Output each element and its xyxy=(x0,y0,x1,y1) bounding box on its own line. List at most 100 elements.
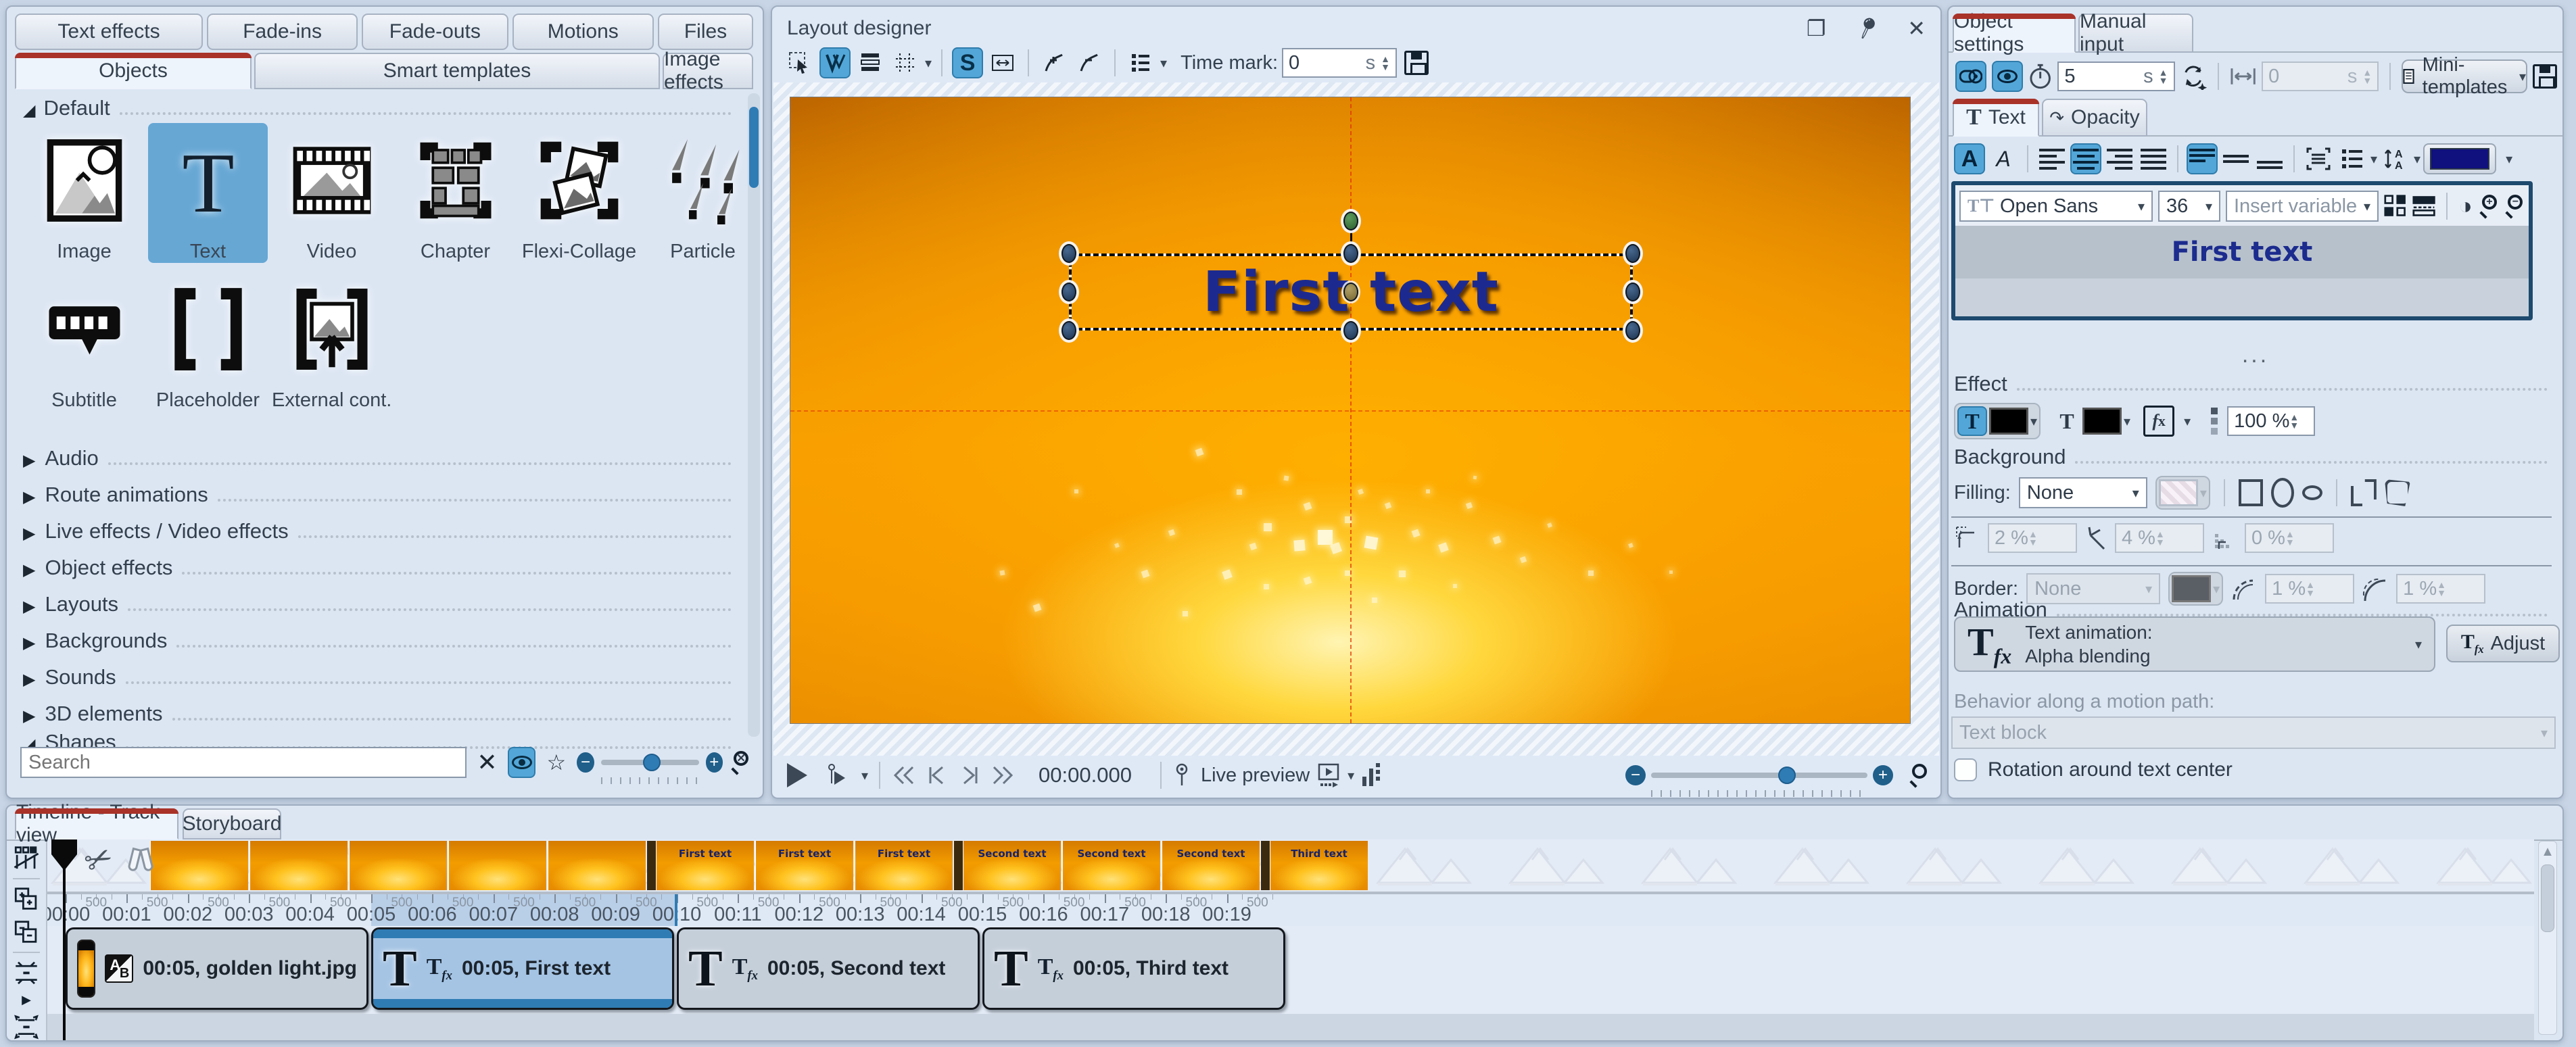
film-frame[interactable]: Second text xyxy=(1062,841,1160,890)
preview-options-arrow[interactable]: ▾ xyxy=(1347,767,1354,784)
resize-handle[interactable] xyxy=(1625,244,1640,263)
grid-snap-icon[interactable] xyxy=(890,47,921,78)
move-handle[interactable] xyxy=(1343,283,1358,301)
section-sounds[interactable]: ▶Sounds xyxy=(23,656,736,689)
scroll-up-icon[interactable]: ▲ xyxy=(2539,844,2556,860)
shape-custom1-icon[interactable] xyxy=(2351,479,2377,506)
fit-selection-icon[interactable] xyxy=(987,47,1018,78)
section-layouts[interactable]: ▶Layouts xyxy=(23,583,736,616)
insert-variable-select[interactable]: Insert variable ▾ xyxy=(2226,191,2379,222)
rotation-checkbox[interactable] xyxy=(1954,758,1977,781)
track-item-2[interactable]: TTfx00:05, First text xyxy=(371,927,674,1010)
tab-opacity[interactable]: ↷ Opacity xyxy=(2042,99,2147,137)
tab-fade-outs[interactable]: Fade-outs xyxy=(362,14,508,50)
layout-rows-icon[interactable] xyxy=(2412,193,2435,219)
resize-handle[interactable] xyxy=(1625,321,1640,340)
film-frame[interactable]: Third text xyxy=(1270,841,1368,890)
section-object-effects[interactable]: ▶Object effects xyxy=(23,546,736,580)
step-back-icon[interactable] xyxy=(924,762,951,789)
shape-circle-icon[interactable] xyxy=(2302,485,2322,500)
filling-select[interactable]: None ▾ xyxy=(2019,477,2147,508)
collapse-all-icon[interactable] xyxy=(12,919,41,946)
resize-handle[interactable] xyxy=(1625,283,1640,301)
film-frame[interactable]: First text xyxy=(656,841,754,890)
visibility-toggle[interactable] xyxy=(1992,61,2023,92)
film-frame[interactable] xyxy=(548,841,646,890)
tab-timeline-track-view[interactable]: Timeline - Track view xyxy=(15,808,178,839)
tab-objects[interactable]: Objects xyxy=(15,53,252,89)
time-mark-input[interactable]: 0 s ▲▼ xyxy=(1282,48,1397,78)
zoom-in-tiles-button[interactable]: + xyxy=(706,752,723,773)
show-in-preview-toggle[interactable] xyxy=(1955,61,1986,92)
film-frame[interactable] xyxy=(249,841,348,890)
track-options-icon[interactable] xyxy=(12,845,41,871)
text-animation-dropdown[interactable]: Tfx Text animation: Alpha blending ▾ xyxy=(1954,616,2435,672)
grid-dropdown-arrow[interactable]: ▾ xyxy=(925,55,932,72)
tab-smart-templates[interactable]: Smart templates xyxy=(254,53,660,89)
resize-handle[interactable] xyxy=(1343,321,1358,340)
bold-button[interactable]: A xyxy=(1954,143,1985,174)
fill-color-arrow[interactable]: ▾ xyxy=(2030,413,2037,430)
pin-window-icon[interactable]: 📍︎ xyxy=(1848,11,1884,46)
align-right-button[interactable] xyxy=(2104,143,2135,174)
font-family-select[interactable]: T⊤ Open Sans ▾ xyxy=(1959,191,2153,222)
slide-canvas[interactable]: First text xyxy=(790,97,1911,724)
preview-eye-toggle[interactable] xyxy=(508,747,535,778)
tile-particle[interactable]: Particle xyxy=(643,123,763,263)
align-left-button[interactable] xyxy=(2036,143,2068,174)
layout-blocks-icon[interactable] xyxy=(2384,193,2407,219)
valign-top-button[interactable] xyxy=(2187,143,2218,174)
list-style-button[interactable] xyxy=(2337,143,2368,174)
tile-chapter[interactable]: Chapter xyxy=(396,123,515,263)
tile-text[interactable]: TText xyxy=(148,123,268,263)
rotation-handle[interactable] xyxy=(1343,212,1358,230)
resize-handle[interactable] xyxy=(1062,283,1076,301)
film-frame[interactable]: First text xyxy=(755,841,853,890)
favorites-star-button[interactable]: ☆ xyxy=(542,747,570,778)
text-fill-color-button[interactable]: T xyxy=(1957,406,1987,436)
effect-opacity-input[interactable]: 100 % ▲▼ xyxy=(2227,406,2315,436)
expand-all-icon[interactable] xyxy=(12,886,41,912)
text-content-editor[interactable]: First text xyxy=(1955,226,2529,316)
tab-manual-input[interactable]: Manual input xyxy=(2078,14,2193,53)
zoom-out-tiles-button[interactable]: − xyxy=(577,752,594,773)
curve-tool-icon[interactable]: S xyxy=(952,47,983,78)
resize-handle[interactable] xyxy=(1062,321,1076,340)
timeline-ruler[interactable]: 00:0050000:0150000:0250000:0350000:04500… xyxy=(47,894,2534,926)
save-object-icon[interactable] xyxy=(2533,64,2557,89)
save-time-mark-icon[interactable] xyxy=(1401,47,1432,78)
film-frame[interactable] xyxy=(150,841,248,890)
default-section-header[interactable]: ◢ Default xyxy=(23,96,736,120)
swap-duration-icon[interactable] xyxy=(2180,63,2207,90)
shape-rect-icon[interactable] xyxy=(2239,479,2263,506)
enlarge-view-icon[interactable] xyxy=(12,1014,41,1040)
track-item-4[interactable]: TTfx00:05, Third text xyxy=(982,927,1285,1010)
scrollbar-thumb[interactable] xyxy=(2541,865,2554,932)
canvas-zoom-slider[interactable] xyxy=(1651,773,1867,778)
clear-search-icon[interactable]: ✕ xyxy=(473,747,501,778)
close-window-icon[interactable]: ✕ xyxy=(1907,16,1926,41)
play-options-arrow[interactable]: ▾ xyxy=(861,767,868,784)
fx-arrow[interactable]: ▾ xyxy=(2184,413,2191,430)
tab-fade-ins[interactable]: Fade-ins xyxy=(207,14,358,50)
fx-button[interactable]: fx xyxy=(2143,406,2174,437)
statistics-icon[interactable] xyxy=(1360,762,1383,789)
play-button[interactable] xyxy=(782,760,813,791)
tile-placeholder[interactable]: Placeholder xyxy=(148,272,268,412)
film-frame[interactable] xyxy=(349,841,447,890)
left-panel-scrollbar[interactable] xyxy=(748,93,760,737)
section-route-animations[interactable]: ▶Route animations xyxy=(23,473,736,507)
list-dropdown-arrow[interactable]: ▾ xyxy=(1160,55,1167,72)
slider-thumb[interactable] xyxy=(643,754,661,771)
tab-image-effects[interactable]: Image effects xyxy=(663,53,753,89)
text-zoom-in-icon[interactable]: + xyxy=(2478,195,2499,218)
tile-size-slider[interactable] xyxy=(601,760,699,765)
tile-external-cont-[interactable]: External cont... xyxy=(272,272,391,412)
object-list-icon[interactable] xyxy=(1125,47,1156,78)
shape-custom2-icon[interactable] xyxy=(2385,479,2410,506)
motion-path-tool-icon[interactable] xyxy=(819,47,851,78)
resize-handle[interactable] xyxy=(1343,244,1358,263)
tile-image[interactable]: Image xyxy=(24,123,144,263)
list-style-arrow[interactable]: ▾ xyxy=(2370,151,2377,168)
toolbar-more-arrow[interactable]: ▶ xyxy=(22,993,31,1007)
